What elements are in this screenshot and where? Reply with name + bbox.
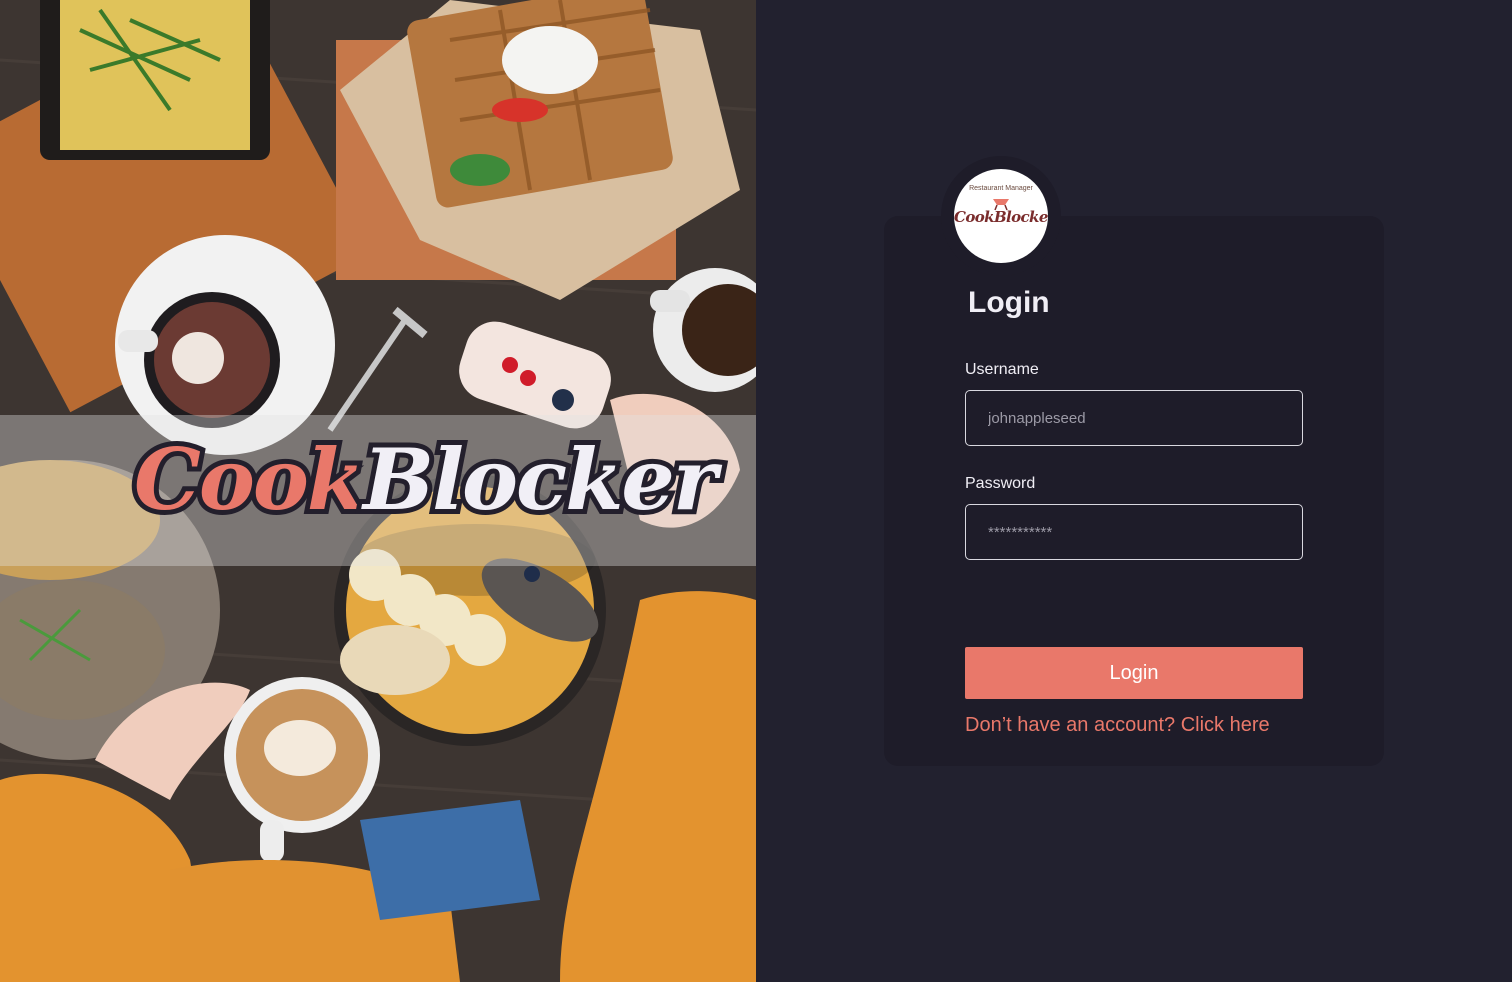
hero-panel: CookBlocker [0,0,756,982]
brand-blocker: Blocker [358,425,722,534]
logo-avatar: Restaurant Manager CookBlocker [954,169,1048,263]
logo-tagline: Restaurant Manager [969,185,1033,192]
username-input[interactable] [965,390,1303,446]
login-button[interactable]: Login [965,647,1303,699]
password-input[interactable] [965,504,1303,560]
logo-wordmark: CookBlocker [954,208,1048,226]
brand-cook: Cook [129,425,370,534]
brand-logo: CookBlocker [129,425,722,534]
password-label: Password [965,475,1036,492]
login-title: Login [968,286,1050,319]
username-label: Username [965,361,1039,378]
signup-link[interactable]: Don’t have an account? Click here [965,714,1270,737]
